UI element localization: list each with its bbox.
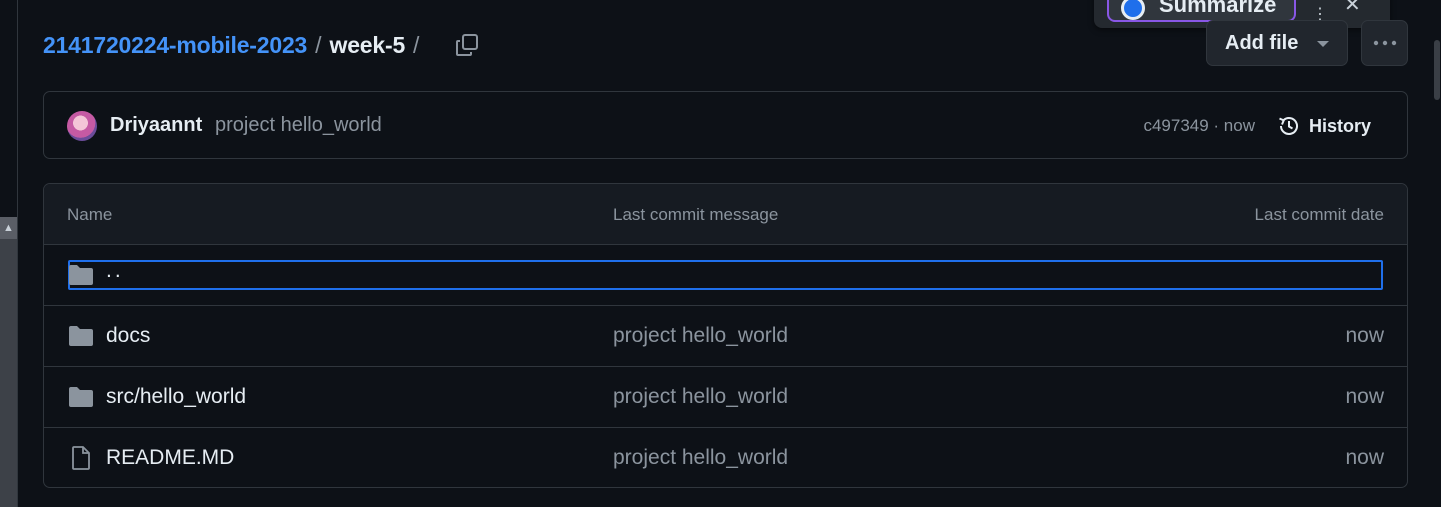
add-file-button[interactable]: Add file [1206,20,1348,66]
add-file-label: Add file [1225,31,1299,54]
breadcrumb-current-folder: week-5 [329,31,406,58]
file-table: Name Last commit message Last commit dat… [43,183,1408,488]
file-icon [72,446,90,470]
history-button[interactable]: History [1277,112,1371,140]
commit-author[interactable]: Driyaannt [110,114,202,137]
commit-message[interactable]: project hello_world [215,114,382,137]
latest-commit-box: Driyaannt project hello_world c497349 · … [43,91,1408,159]
summarize-logo-icon [1121,0,1145,20]
copy-path-button[interactable] [452,30,482,60]
history-icon [1279,117,1298,135]
file-name-link[interactable]: src/hello_world [106,385,246,409]
file-name-link[interactable]: README.MD [106,446,234,470]
right-scrollbar-thumb[interactable] [1434,40,1440,100]
column-header-date: Last commit date [1254,205,1384,224]
breadcrumb-separator: / [315,31,322,58]
popup-menu-icon[interactable]: ⋮ [1312,4,1328,23]
commit-message-link[interactable]: project hello_world [613,324,788,348]
folder-icon [69,326,93,346]
table-row-parent[interactable]: .. [44,245,1407,306]
file-name-link[interactable]: docs [106,324,150,348]
parent-directory-link[interactable]: .. [106,259,124,283]
scroll-up-arrow-icon[interactable]: ▲ [0,217,17,239]
folder-icon [69,387,93,407]
column-header-message: Last commit message [613,205,779,224]
column-header-name: Name [67,205,113,224]
right-scrollbar[interactable] [1432,0,1441,507]
commit-hash-time[interactable]: c497349 · now [1143,116,1255,136]
summarize-label: Summarize [1159,0,1277,17]
file-table-header: Name Last commit message Last commit dat… [44,184,1407,245]
commit-date: now [1345,385,1384,408]
popup-close-icon[interactable]: ✕ [1344,0,1361,17]
more-options-button[interactable] [1361,20,1408,66]
history-label: History [1308,115,1371,136]
left-scrollbar-track[interactable] [0,217,17,507]
breadcrumb-trailing-separator: / [413,31,420,58]
chevron-down-icon [1317,41,1329,47]
focus-ring [68,260,1383,290]
breadcrumb-repo-link[interactable]: 2141720224-mobile-2023 [43,32,307,59]
summarize-button[interactable]: Summarize [1107,0,1296,22]
commit-message-link[interactable]: project hello_world [613,385,788,409]
copy-icon [456,34,479,56]
table-row[interactable]: src/hello_world project hello_world now [44,367,1407,428]
commit-message-link[interactable]: project hello_world [613,446,788,470]
kebab-horizontal-icon [1373,40,1396,46]
commit-date: now [1345,324,1384,347]
table-row[interactable]: README.MD project hello_world now [44,428,1407,487]
commit-date: now [1345,446,1384,469]
breadcrumb: 2141720224-mobile-2023 / week-5 / [43,28,482,62]
folder-icon [69,265,93,285]
avatar[interactable] [67,111,97,141]
table-row[interactable]: docs project hello_world now [44,306,1407,367]
